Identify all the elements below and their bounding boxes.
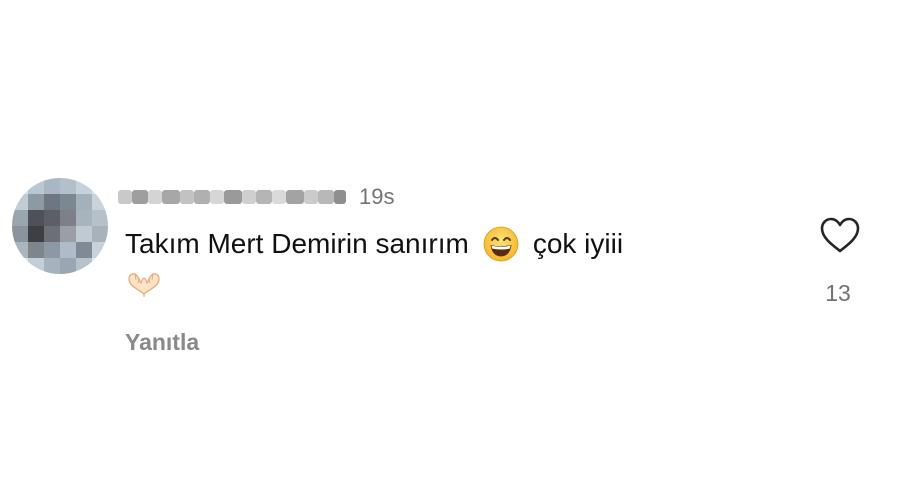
comment-text-part-1: Takım Mert Demirin sanırım xyxy=(125,228,469,259)
comment: 19s Takım Mert Demirin sanırım çok iyiii… xyxy=(0,0,910,480)
comment-text-part-2: çok iyiii xyxy=(532,228,624,259)
like-count: 13 xyxy=(825,280,851,306)
grinning-face-emoji-icon xyxy=(483,226,519,262)
comment-text: Takım Mert Demirin sanırım çok iyiii xyxy=(125,226,623,262)
username-pixelated[interactable] xyxy=(118,186,346,208)
heart-outline-icon[interactable] xyxy=(818,215,862,255)
reply-button[interactable]: Yanıtla xyxy=(125,327,199,357)
heart-hands-emoji-icon xyxy=(128,273,160,297)
comment-timestamp: 19s xyxy=(359,184,395,209)
avatar[interactable] xyxy=(12,178,108,274)
